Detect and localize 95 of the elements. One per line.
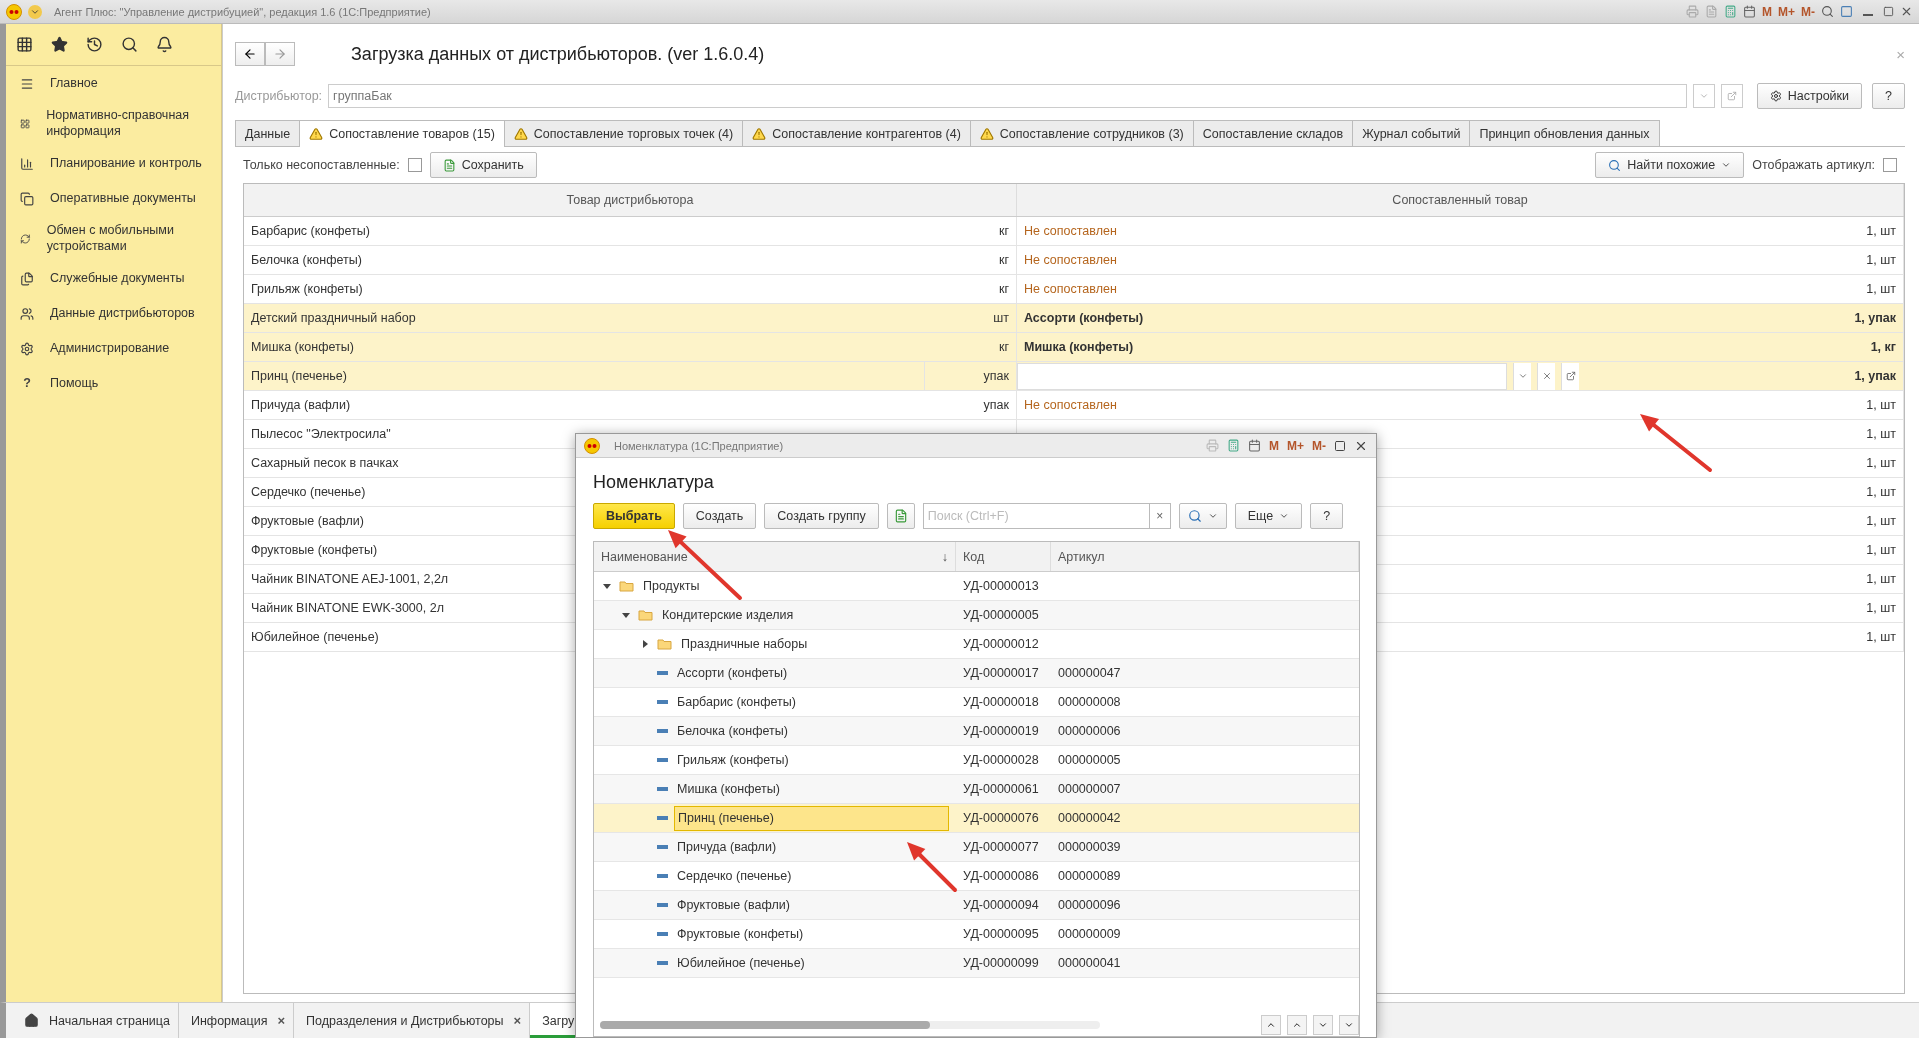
item-name: Причуда (вафли): [676, 839, 778, 856]
item-name: Барбарис (конфеты): [676, 694, 797, 711]
item-name: Праздничные наборы: [680, 636, 809, 653]
unit-text: упак: [983, 398, 1009, 412]
quantity-text: 1, упак: [1854, 311, 1896, 325]
item-name: Ассорти (конфеты): [676, 665, 789, 682]
unit-text: кг: [998, 224, 1009, 238]
code-cell-text: УД-00000077: [962, 839, 1040, 856]
product-name: Белочка (конфеты): [251, 253, 362, 267]
dialog-title: Номенклатура (1С:Предприятие): [614, 439, 785, 452]
unit-cell: упак: [924, 362, 1009, 390]
product-name: Детский праздничный набор: [251, 311, 416, 325]
code-cell-text: УД-00000012: [962, 636, 1040, 653]
code-cell-text: УД-00000018: [962, 694, 1040, 711]
matched-product: Не сопоставлен: [1024, 282, 1117, 296]
quantity-text: 1, шт: [1866, 543, 1896, 557]
code-cell-text: УД-00000013: [962, 578, 1040, 595]
column-header: Сопоставленный товар: [1017, 184, 1904, 216]
quantity-text: 1, шт: [1866, 282, 1896, 296]
item-name: Грильяж (конфеты): [676, 752, 790, 769]
item-name: Принц (печенье): [674, 805, 949, 831]
column-header: Артикул: [1051, 542, 1359, 571]
matched-product: Не сопоставлен: [1024, 398, 1117, 412]
sort-mark: ↓: [941, 549, 948, 564]
quantity-text: 1, шт: [1866, 224, 1896, 238]
item-name: Фруктовые (вафли): [676, 897, 791, 914]
help-mark: ?: [22, 376, 32, 392]
article-cell-text: 000000089: [1057, 868, 1122, 885]
item-name: Кондитерские изделия: [661, 607, 795, 624]
quantity-text: 1, шт: [1866, 253, 1896, 267]
article-cell-text: 000000008: [1057, 694, 1122, 711]
code-cell-text: УД-00000017: [962, 665, 1040, 682]
dialog-heading: Номенклатура: [593, 472, 715, 493]
item-name: Продукты: [642, 578, 701, 595]
quantity-text: 1, шт: [1866, 398, 1896, 412]
code-cell-text: УД-00000005: [962, 607, 1040, 624]
show-article-label: Отображать артикул:: [1752, 158, 1875, 172]
article-cell-text: 000000039: [1057, 839, 1122, 856]
quantity-text: 1, шт: [1866, 514, 1896, 528]
product-name: Пылесос "Электросила": [251, 427, 391, 441]
matched-product: Не сопоставлен: [1024, 253, 1117, 267]
product-name: Грильяж (конфеты): [251, 282, 363, 296]
code-cell-text: УД-00000061: [962, 781, 1040, 798]
column-header: Товар дистрибьютора: [244, 184, 1017, 216]
code-cell-text: УД-00000019: [962, 723, 1040, 740]
quantity-text: 1, шт: [1866, 630, 1896, 644]
quantity-text: 1, шт: [1866, 572, 1896, 586]
product-name: Чайник BINATONE EWK-3000, 2л: [251, 601, 444, 615]
article-cell-text: 000000007: [1057, 781, 1122, 798]
filter-label: Только несопоставленные:: [243, 158, 400, 172]
item-name: Белочка (конфеты): [676, 723, 789, 740]
item-name: Фруктовые (конфеты): [676, 926, 805, 943]
article-cell-text: 000000096: [1057, 897, 1122, 914]
column-header: Код: [956, 542, 1051, 571]
article-cell-text: 000000047: [1057, 665, 1122, 682]
unit-text: кг: [998, 282, 1009, 296]
product-name: Принц (печенье): [251, 369, 347, 383]
window-title: Агент Плюс: "Управление дистрибуцией", редакция 1.6 (1С:Предприятие): [54, 5, 432, 18]
matched-product: Не сопоставлен: [1024, 224, 1117, 238]
quantity-text: 1, кг: [1870, 340, 1896, 354]
quantity-text: 1, шт: [1866, 456, 1896, 470]
code-cell-text: УД-00000076: [962, 810, 1040, 827]
code-cell-text: УД-00000094: [962, 897, 1040, 914]
article-cell-text: 000000041: [1057, 955, 1122, 972]
product-name: Сахарный песок в пачках: [251, 456, 399, 470]
code-cell-text: УД-00000095: [962, 926, 1040, 943]
article-cell-text: 000000006: [1057, 723, 1122, 740]
quantity-text: 1, шт: [1866, 485, 1896, 499]
product-name: Фруктовые (вафли): [251, 514, 364, 528]
distributor-label: Дистрибьютор:: [235, 89, 323, 103]
product-name: Причуда (вафли): [251, 398, 351, 412]
form-title: Загрузка данных от дистрибьюторов. (ver 1.6.0.4): [351, 43, 766, 65]
code-cell-text: УД-00000028: [962, 752, 1040, 769]
matched-product: Мишка (конфеты): [1024, 340, 1134, 354]
matched-product: Ассорти (конфеты): [1024, 311, 1144, 325]
article-cell-text: 000000009: [1057, 926, 1122, 943]
unit-text: шт: [993, 311, 1009, 325]
product-name: Чайник BINATONE AEJ-1001, 2,2л: [251, 572, 449, 586]
article-cell-text: 000000042: [1057, 810, 1122, 827]
product-name: Фруктовые (конфеты): [251, 543, 378, 557]
item-name: Юбилейное (печенье): [676, 955, 806, 972]
product-name: Барбарис (конфеты): [251, 224, 370, 238]
quantity-text: 1, упак: [1854, 369, 1896, 383]
item-name: Мишка (конфеты): [676, 781, 781, 798]
unit-text: кг: [998, 340, 1009, 354]
product-name: Сердечко (печенье): [251, 485, 366, 499]
item-name: Сердечко (печенье): [676, 868, 793, 885]
quantity-text: 1, шт: [1866, 427, 1896, 441]
quantity-text: 1, шт: [1866, 601, 1896, 615]
article-cell-text: 000000005: [1057, 752, 1122, 769]
product-name: Юбилейное (печенье): [251, 630, 379, 644]
unit-text: кг: [998, 253, 1009, 267]
code-cell-text: УД-00000099: [962, 955, 1040, 972]
code-cell-text: УД-00000086: [962, 868, 1040, 885]
product-name: Мишка (конфеты): [251, 340, 354, 354]
